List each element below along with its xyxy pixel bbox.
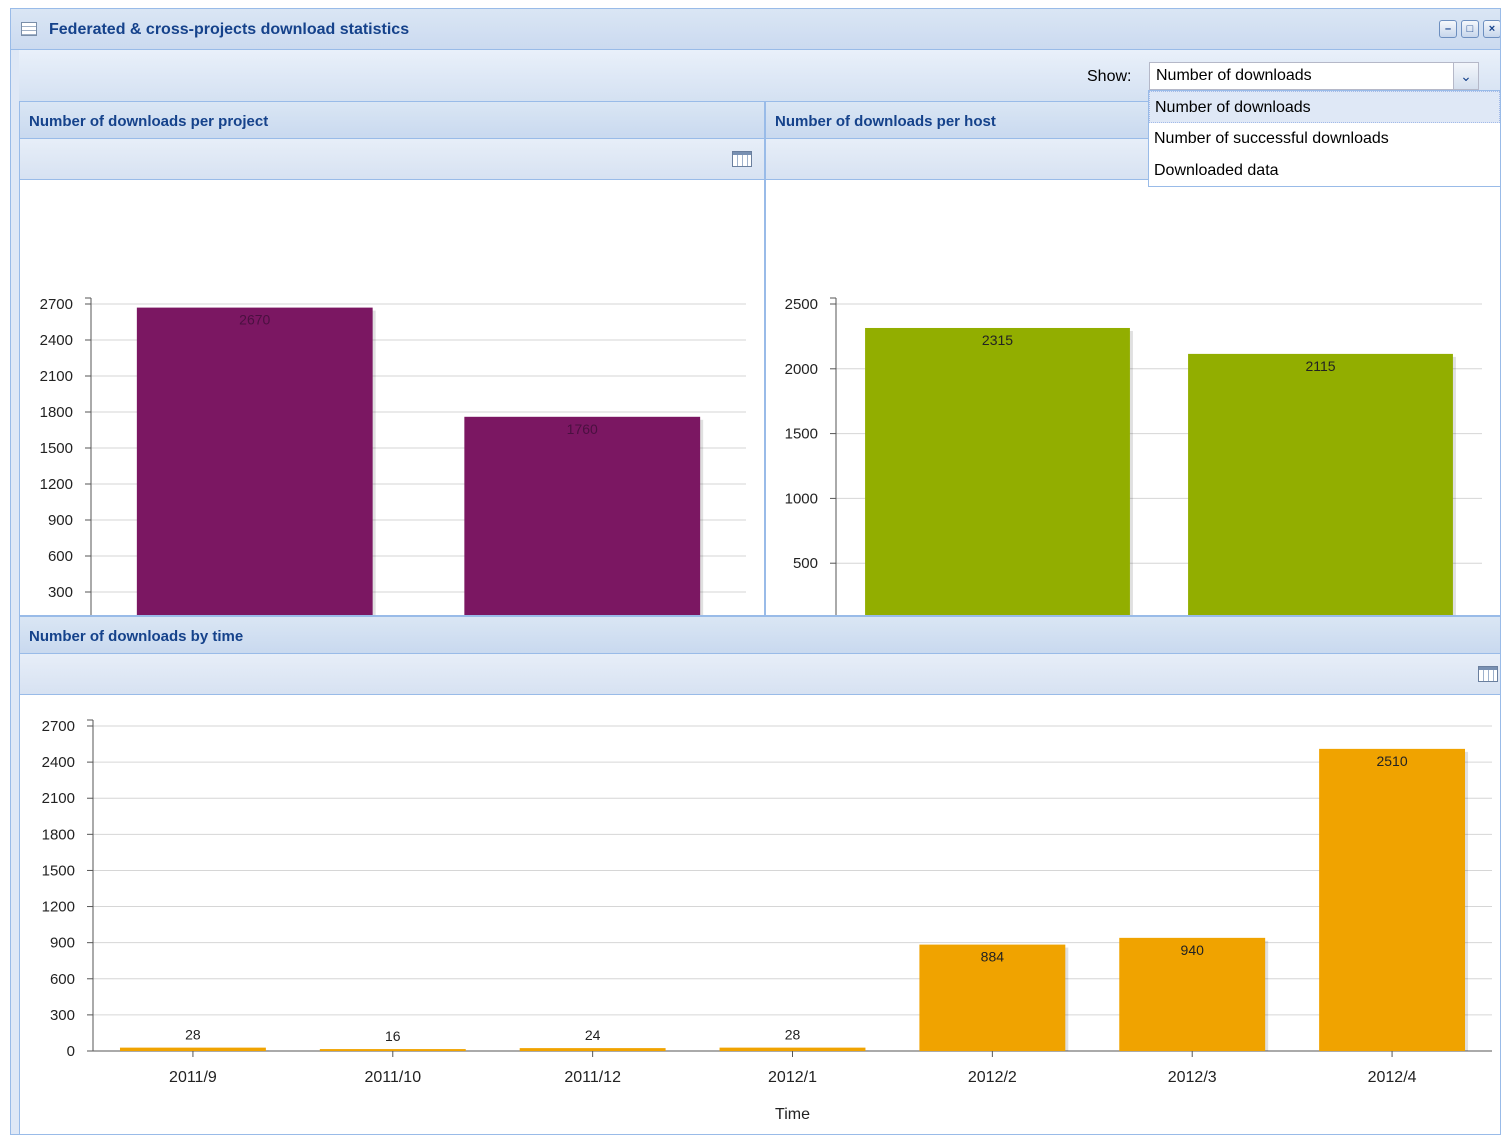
y-tick-label: 1500 bbox=[40, 440, 73, 457]
y-tick-label: 900 bbox=[48, 512, 73, 529]
time-panel-title: Number of downloads by time bbox=[29, 628, 244, 645]
x-tick-label: 2012/4 bbox=[1368, 1069, 1417, 1086]
show-dropdown-menu: Number of downloads Number of successful… bbox=[1148, 90, 1501, 187]
data-grid-icon[interactable] bbox=[732, 151, 752, 167]
y-tick-label: 2400 bbox=[40, 332, 73, 349]
window-titlebar[interactable]: Federated & cross-projects download stat… bbox=[11, 9, 1500, 50]
window-title: Federated & cross-projects download stat… bbox=[49, 21, 410, 38]
table-icon bbox=[21, 22, 37, 36]
bar-value-label: 28 bbox=[185, 1027, 201, 1043]
x-tick-label: 2011/10 bbox=[364, 1069, 421, 1086]
show-select[interactable]: Number of downloads ⌄ bbox=[1149, 62, 1479, 90]
host-panel-title: Number of downloads per host bbox=[775, 113, 996, 130]
show-label: Show: bbox=[1087, 68, 1132, 85]
y-tick-label: 1000 bbox=[785, 490, 818, 507]
y-tick-label: 1200 bbox=[40, 476, 73, 493]
chevron-down-icon[interactable]: ⌄ bbox=[1453, 63, 1478, 89]
time-panel: Number of downloads by time 0 300 600 900 12… bbox=[19, 616, 1500, 1134]
bar-value-label: 2510 bbox=[1376, 753, 1407, 769]
maximize-icon[interactable]: □ bbox=[1461, 20, 1479, 38]
y-tick-label: 2700 bbox=[40, 296, 73, 313]
x-tick-label: 2012/2 bbox=[968, 1069, 1017, 1086]
project-panel-header: Number of downloads per project bbox=[20, 102, 764, 139]
bar bbox=[319, 1049, 466, 1051]
bar bbox=[1319, 748, 1466, 1051]
x-tick-label: 2011/12 bbox=[564, 1069, 621, 1086]
x-tick-label: 2012/3 bbox=[1168, 1069, 1217, 1086]
bar bbox=[119, 1047, 266, 1051]
minimize-icon[interactable]: – bbox=[1439, 20, 1457, 38]
data-grid-icon[interactable] bbox=[1478, 666, 1498, 682]
project-panel-toolbar bbox=[20, 139, 764, 180]
y-tick-label: 500 bbox=[793, 555, 818, 572]
bar-value-label: 2315 bbox=[982, 332, 1013, 348]
time-panel-header: Number of downloads by time bbox=[20, 617, 1500, 654]
x-axis-title: Time bbox=[775, 1106, 810, 1123]
y-tick-label: 1800 bbox=[42, 826, 75, 843]
bar bbox=[519, 1048, 666, 1051]
y-tick-label: 2100 bbox=[42, 790, 75, 807]
bar-value-label: 2115 bbox=[1305, 358, 1335, 374]
y-tick-label: 300 bbox=[48, 584, 73, 601]
y-tick-label: 2500 bbox=[785, 296, 818, 313]
y-tick-label: 2400 bbox=[42, 754, 75, 771]
project-panel: Number of downloads per project 03006009… bbox=[19, 101, 765, 616]
bar-value-label: 940 bbox=[1181, 942, 1205, 958]
y-tick-label: 2100 bbox=[40, 368, 73, 385]
bar-value-label: 1760 bbox=[567, 421, 598, 437]
bar-value-label: 884 bbox=[981, 949, 1005, 965]
close-icon[interactable]: × bbox=[1483, 20, 1500, 38]
y-tick-label: 1200 bbox=[42, 899, 75, 916]
y-tick-label: 2000 bbox=[785, 361, 818, 378]
y-tick-label: 300 bbox=[50, 1007, 75, 1024]
bar-value-label: 24 bbox=[585, 1027, 601, 1043]
menu-item-downloads[interactable]: Number of downloads bbox=[1149, 91, 1500, 123]
bar bbox=[719, 1047, 866, 1051]
y-tick-label: 900 bbox=[50, 935, 75, 952]
x-tick-label: 2012/1 bbox=[768, 1069, 817, 1086]
host-chart: 050010001500200025002315pcmdi9.llnl.gov2… bbox=[785, 296, 1482, 615]
bar-value-label: 16 bbox=[385, 1028, 401, 1044]
y-tick-label: 0 bbox=[67, 1043, 75, 1060]
bar bbox=[1188, 353, 1453, 615]
y-tick-label: 600 bbox=[48, 548, 73, 565]
menu-item-downloaded-data[interactable]: Downloaded data bbox=[1149, 155, 1500, 187]
project-chart: 03006009001200150018002100240027002670co… bbox=[40, 296, 746, 615]
y-tick-label: 1800 bbox=[40, 404, 73, 421]
project-panel-title: Number of downloads per project bbox=[29, 113, 269, 130]
menu-item-successful-downloads[interactable]: Number of successful downloads bbox=[1149, 123, 1500, 155]
y-tick-label: 600 bbox=[50, 971, 75, 988]
bar bbox=[464, 416, 701, 615]
x-tick-label: 2011/9 bbox=[169, 1069, 217, 1086]
bar bbox=[136, 307, 373, 615]
time-chart: 0 300 600 900 1200 1500 1800 2100 2400 2700 28 2011… bbox=[42, 718, 1492, 1123]
bar-value-label: 28 bbox=[785, 1027, 801, 1043]
bar bbox=[865, 327, 1130, 615]
time-panel-toolbar bbox=[20, 654, 1500, 695]
show-select-value[interactable]: Number of downloads bbox=[1156, 67, 1312, 85]
bar-value-label: 2670 bbox=[239, 312, 270, 328]
y-tick-label: 1500 bbox=[785, 426, 818, 443]
y-tick-label: 1500 bbox=[42, 862, 75, 879]
y-tick-label: 2700 bbox=[42, 718, 75, 735]
